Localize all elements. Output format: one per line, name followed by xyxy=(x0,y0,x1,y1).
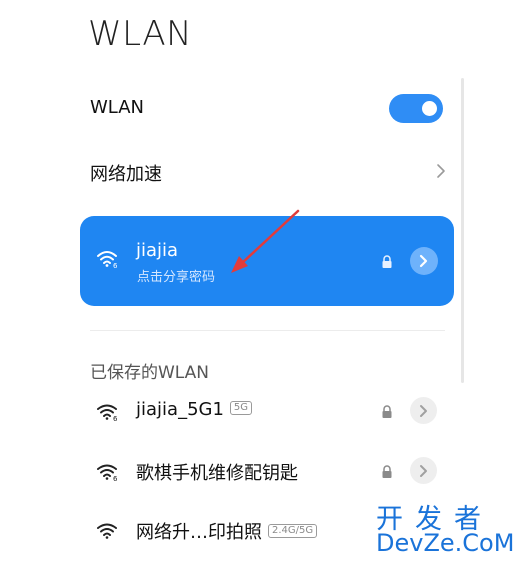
wlan-toggle-switch[interactable] xyxy=(389,94,443,123)
saved-network-name: 歌棋手机维修配钥匙 xyxy=(136,459,298,485)
wifi-icon: 6 xyxy=(96,403,120,425)
scrollbar[interactable] xyxy=(461,78,464,383)
saved-network-item[interactable]: 6 歌棋手机维修配钥匙 xyxy=(0,451,532,491)
wlan-toggle-label: WLAN xyxy=(90,97,145,118)
wifi-icon xyxy=(96,522,120,544)
svg-text:6: 6 xyxy=(113,475,118,481)
saved-networks-title: 已保存的WLAN xyxy=(90,363,210,383)
lock-icon xyxy=(381,404,393,423)
wifi-icon: 6 xyxy=(96,463,120,485)
svg-text:6: 6 xyxy=(113,415,118,421)
lock-icon xyxy=(381,464,393,483)
svg-text:6: 6 xyxy=(113,262,118,269)
saved-network-item[interactable]: 6 jiajia_5G1 5G xyxy=(0,391,532,431)
connected-network-card[interactable]: 6 jiajia 点击分享密码 xyxy=(80,216,454,306)
ssid-text: 歌棋手机维修配钥匙 xyxy=(136,463,298,484)
ssid-text: jiajia_5G1 xyxy=(136,399,224,420)
chevron-right-icon xyxy=(420,465,427,477)
share-password-hint: 点击分享密码 xyxy=(137,270,216,285)
watermark-logo: 开发者 DevZe.CoM xyxy=(376,497,526,561)
lock-icon xyxy=(381,254,393,273)
chevron-right-icon xyxy=(420,405,427,417)
network-details-button[interactable] xyxy=(410,247,438,275)
divider xyxy=(90,330,445,331)
ssid-text: 网络升…印拍照 xyxy=(136,522,262,543)
saved-network-name: 网络升…印拍照 2.4G/5G xyxy=(136,518,318,544)
watermark-brand: DevZe xyxy=(376,529,455,557)
saved-network-name: jiajia_5G1 5G xyxy=(136,399,253,420)
connected-ssid: jiajia xyxy=(136,240,179,261)
toggle-knob xyxy=(422,101,437,116)
wifi-icon: 6 xyxy=(96,249,120,273)
band-badge: 5G xyxy=(229,401,253,415)
network-details-button[interactable] xyxy=(410,397,437,424)
chevron-right-icon xyxy=(431,161,451,181)
watermark-suffix: .CoM xyxy=(454,529,515,557)
chevron-right-icon xyxy=(419,254,428,268)
network-details-button[interactable] xyxy=(410,457,437,484)
page-title: WLAN xyxy=(88,14,193,54)
network-acceleration-row[interactable]: 网络加速 xyxy=(90,160,162,186)
band-badge: 2.4G/5G xyxy=(268,524,318,538)
watermark-line2: DevZe.CoM xyxy=(376,529,514,557)
